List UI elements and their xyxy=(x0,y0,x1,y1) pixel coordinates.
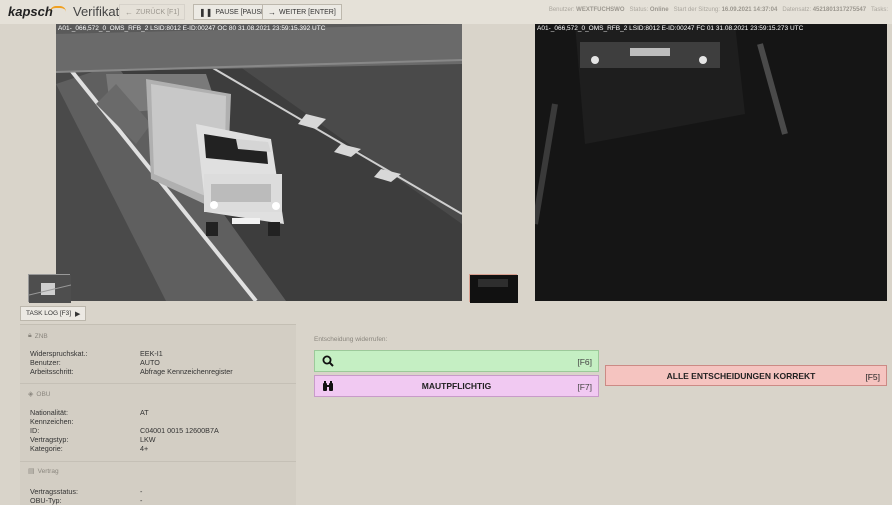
obu-value-0: AT xyxy=(140,408,149,417)
obu-label-3: Vertragstyp: xyxy=(30,435,69,444)
back-button-label: ZURÜCK [F1] xyxy=(136,8,180,16)
znb-title: ZNB xyxy=(34,332,48,340)
obu-value-3: LKW xyxy=(140,435,156,444)
obu-title: OBU xyxy=(36,390,51,398)
status-label: Status: xyxy=(629,7,649,13)
session-value: 16.09.2021 14:37:04 xyxy=(721,7,778,13)
obu-label-4: Kategorie: xyxy=(30,444,63,453)
record-label: Datensatz: xyxy=(782,7,812,13)
record-value: 4521801317275547 xyxy=(812,7,867,13)
vertrag-section-header: ▤ Vertrag xyxy=(28,467,59,476)
obu-section-header: ◈ OBU xyxy=(28,390,51,399)
pause-button-label: PAUSE [PAUSE] xyxy=(215,8,268,16)
front-thumbnail-graphic xyxy=(28,275,72,303)
session-label: Start der Sitzung: xyxy=(673,7,720,13)
user-value: WEXTFUCHSWO xyxy=(576,7,625,13)
rear-camera-image[interactable]: A01-_066,572_0_OMS_RFB_2 LSID:8012 E-ID:… xyxy=(535,24,887,301)
vertrag-label-0: Vertragsstatus: xyxy=(30,487,78,496)
vertrag-title: Vertrag xyxy=(37,467,59,475)
contract-icon: ▤ xyxy=(28,468,35,475)
front-camera-image[interactable]: A01-_066,572_0_OMS_RFB_2 LSID:8012 E-ID:… xyxy=(56,24,462,301)
task-label: Tasks: xyxy=(870,7,888,13)
search-decision-button[interactable]: [F6] xyxy=(314,350,599,372)
next-button[interactable]: → WEITER [ENTER] xyxy=(262,4,342,20)
decision-label: Entscheidung widerrufen: xyxy=(314,336,388,343)
status-bar: Benutzer: WEXTFUCHSWO Status: Online Sta… xyxy=(549,7,888,13)
task-log-button[interactable]: TASK LOG [F3] ▶ xyxy=(20,306,87,321)
back-button[interactable]: ← ZURÜCK [F1] xyxy=(119,4,186,20)
vertrag-value-0: - xyxy=(140,487,143,496)
divider xyxy=(20,383,296,384)
obu-label-0: Nationalität: xyxy=(30,408,68,417)
truck-photo xyxy=(56,24,462,301)
status-value: Online xyxy=(649,7,669,13)
vertrag-label-1: OBU-Typ: xyxy=(30,496,62,505)
rear-image-thumbnail[interactable] xyxy=(469,274,518,303)
znb-label-0: Widerspruchskat.: xyxy=(30,349,88,358)
pause-icon: ❚❚ xyxy=(199,7,213,17)
divider xyxy=(20,461,296,462)
logo: kapsch xyxy=(8,4,53,19)
znb-label-2: Arbeitsschritt: xyxy=(30,367,74,376)
signal-icon: ◈ xyxy=(28,391,34,398)
znb-value-0: EEK-I1 xyxy=(140,349,163,358)
logo-swoosh-icon xyxy=(50,6,66,12)
lock-icon: 🔒︎ xyxy=(28,332,32,339)
obu-value-4: 4+ xyxy=(140,444,149,453)
rear-thumbnail-graphic xyxy=(470,275,518,303)
arrow-left-icon: ← xyxy=(125,7,133,17)
obu-label-2: ID: xyxy=(30,426,40,435)
rear-photo xyxy=(535,24,887,301)
znb-value-2: Abfrage Kennzeichenregister xyxy=(140,367,233,376)
user-label: Benutzer: xyxy=(548,7,575,13)
all-decisions-correct-key: [F5] xyxy=(865,372,880,382)
znb-label-1: Benutzer: xyxy=(30,358,61,367)
all-decisions-correct-label: ALLE ENTSCHEIDUNGEN KORREKT xyxy=(666,370,816,381)
all-decisions-correct-button[interactable]: ALLE ENTSCHEIDUNGEN KORREKT [F5] xyxy=(605,365,887,386)
rear-camera-caption: A01-_066,572_0_OMS_RFB_2 LSID:8012 E-ID:… xyxy=(537,25,804,32)
obu-value-2: C04001 0015 12600B7A xyxy=(140,426,219,435)
top-bar: kapsch Verifikation ← ZURÜCK [F1] ❚❚ PAU… xyxy=(0,0,892,24)
front-camera-caption: A01-_066,572_0_OMS_RFB_2 LSID:8012 E-ID:… xyxy=(58,25,326,32)
task-log-label: TASK LOG [F3] xyxy=(26,310,72,317)
mautpflichtig-button[interactable]: MAUTPFLICHTIG [F7] xyxy=(314,375,599,397)
mautpflichtig-key: [F7] xyxy=(577,382,592,392)
znb-value-1: AUTO xyxy=(140,358,160,367)
info-panel: 🔒︎ ZNB Widerspruchskat.: EEK-I1 Benutzer… xyxy=(20,324,296,505)
mautpflichtig-label: MAUTPFLICHTIG xyxy=(421,381,492,391)
search-icon xyxy=(322,355,334,370)
arrow-right-icon: → xyxy=(268,7,276,17)
front-image-thumbnail[interactable] xyxy=(28,274,72,303)
search-decision-key: [F6] xyxy=(577,357,592,367)
obu-label-1: Kennzeichen: xyxy=(30,417,74,426)
next-button-label: WEITER [ENTER] xyxy=(279,8,336,16)
triangle-right-icon: ▶ xyxy=(75,310,81,318)
vertrag-value-1: - xyxy=(140,496,143,505)
znb-section-header: 🔒︎ ZNB xyxy=(28,332,48,340)
